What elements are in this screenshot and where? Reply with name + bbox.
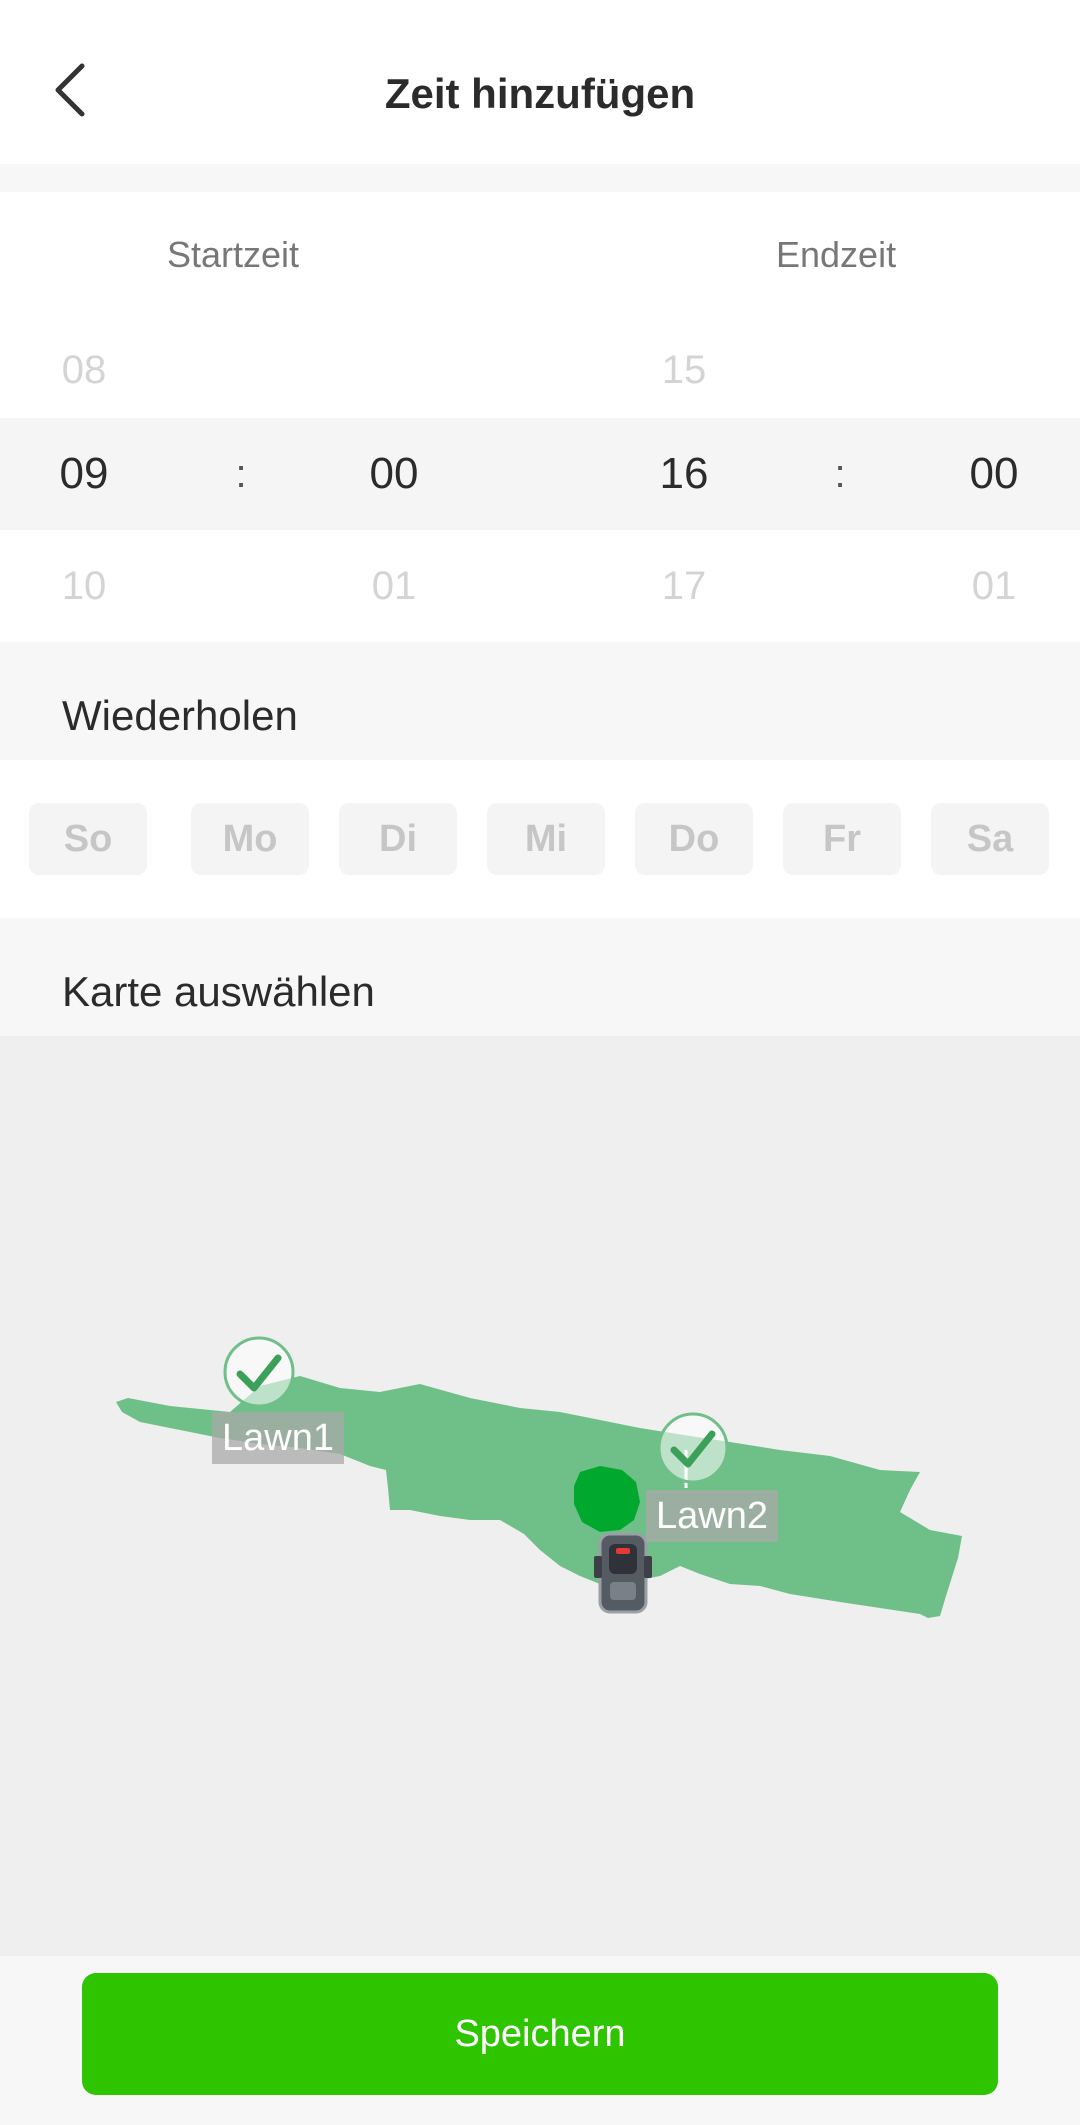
lawn2-check-icon[interactable] [657,1412,729,1484]
day-button-di[interactable]: Di [339,803,457,875]
save-button[interactable]: Speichern [82,1973,998,2095]
start-minute-next[interactable]: 01 [334,558,454,614]
map-drawing [116,1336,962,1618]
page-title: Zeit hinzufügen [384,70,696,117]
end-hour-next[interactable]: 17 [624,558,744,614]
start-hour-prev[interactable]: 08 [24,342,144,398]
lawn1-label[interactable]: Lawn1 [212,1412,344,1464]
map-title: Karte auswählen [62,968,375,1015]
day-button-so[interactable]: So [29,803,147,875]
robot-mower-icon [594,1532,652,1614]
repeat-section-header: Wiederholen [0,642,1080,760]
app-header: Zeit hinzufügen [0,0,1080,164]
start-minute-selected[interactable]: 00 [334,446,454,502]
day-button-do[interactable]: Do [635,803,753,875]
repeat-title: Wiederholen [62,692,298,739]
day-button-fr[interactable]: Fr [783,803,901,875]
map-section-header: Karte auswählen [0,918,1080,1036]
selection-band [0,418,1080,530]
map-canvas[interactable]: Lawn1 Lawn2 [0,1036,1080,1956]
end-minute-next[interactable]: 01 [934,558,1054,614]
day-button-mi[interactable]: Mi [487,803,605,875]
start-time-label: Startzeit [167,234,300,275]
time-picker-section: Startzeit Endzeit 08 09 10 : 00 01 15 16… [0,192,1080,642]
day-button-mo[interactable]: Mo [191,803,309,875]
footer-bar: Speichern [0,1956,1080,2125]
start-time-separator: : [235,452,247,496]
end-time-label: Endzeit [776,234,897,275]
end-hour-selected[interactable]: 16 [624,446,744,502]
end-minute-selected[interactable]: 00 [934,446,1054,502]
end-hour-prev[interactable]: 15 [624,342,744,398]
day-button-sa[interactable]: Sa [931,803,1049,875]
start-hour-next[interactable]: 10 [24,558,144,614]
weekday-selector: So Mo Di Mi Do Fr Sa [0,760,1080,918]
lawn2-label[interactable]: Lawn2 [646,1490,778,1542]
start-hour-selected[interactable]: 09 [24,446,144,502]
lawn1-check-icon[interactable] [223,1336,295,1408]
end-time-separator: : [834,452,846,496]
